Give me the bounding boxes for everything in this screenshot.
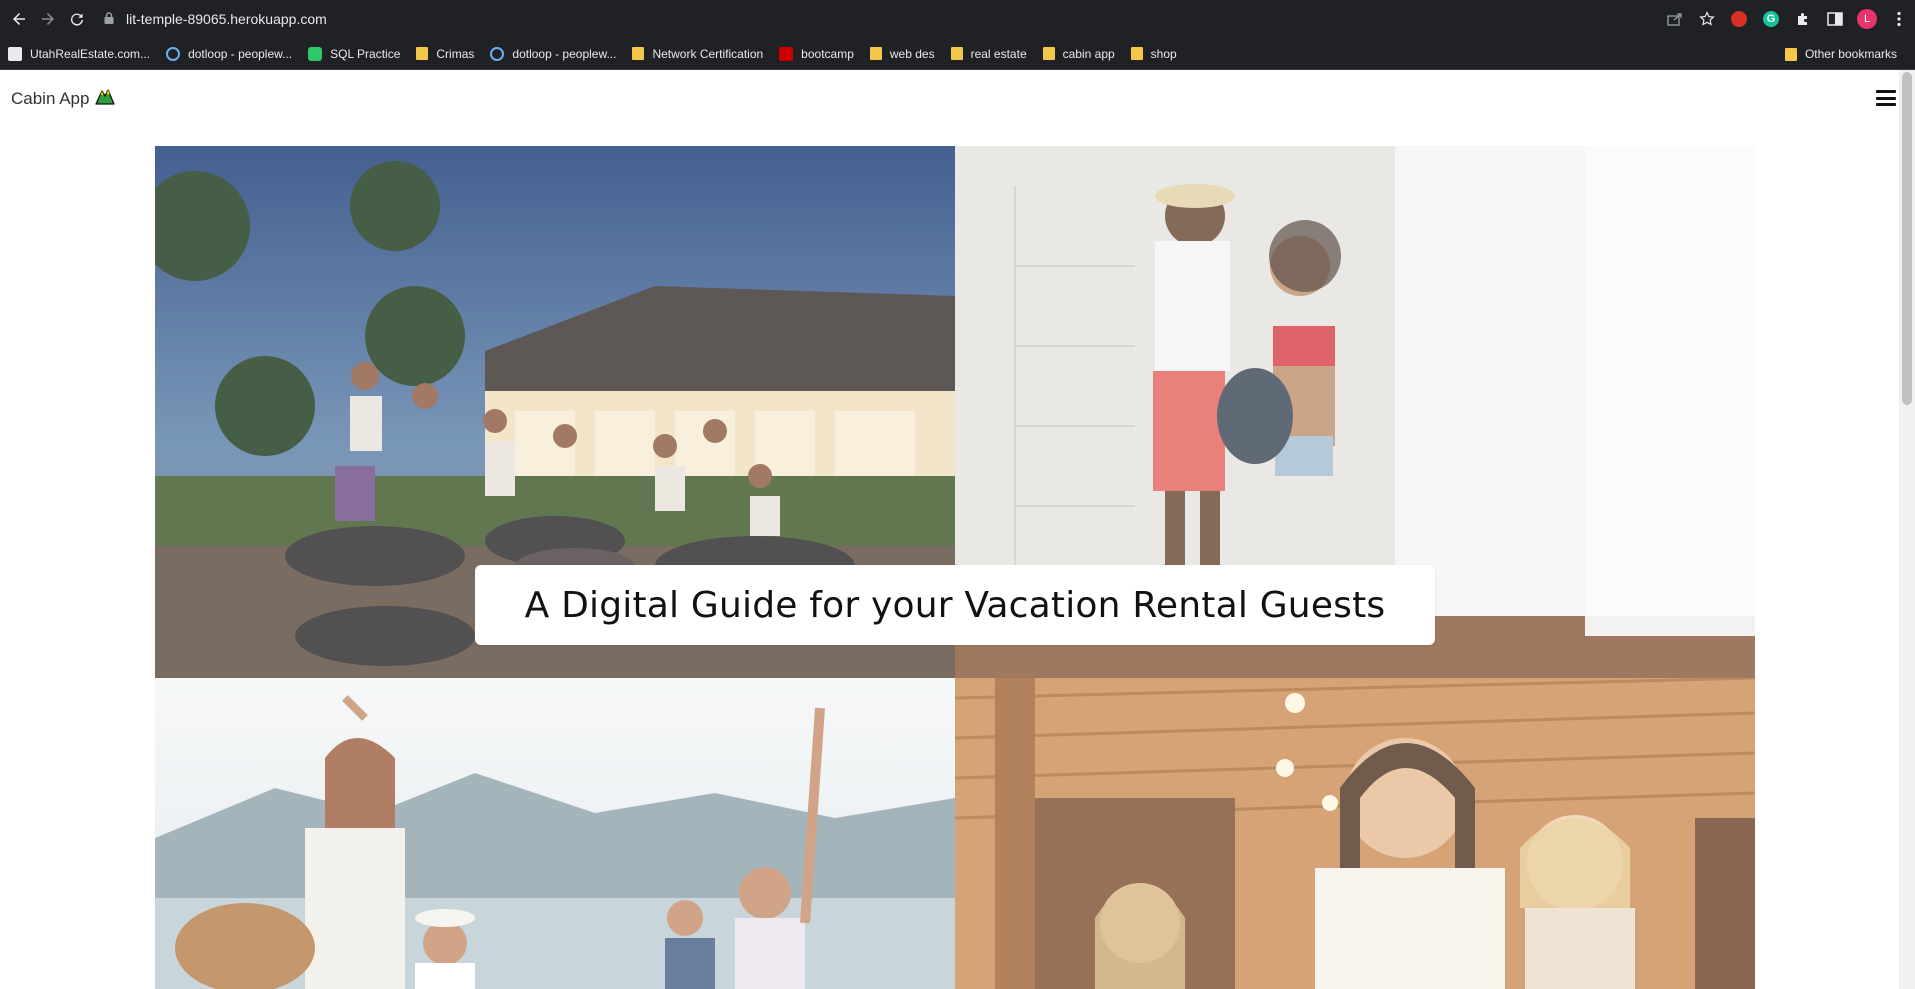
bookmark-web-des[interactable]: web des bbox=[862, 40, 943, 68]
adblock-extension-icon[interactable] bbox=[1723, 0, 1755, 38]
side-panel-icon[interactable] bbox=[1819, 0, 1851, 38]
browser-toolbar: lit-temple-89065.herokuapp.com G L bbox=[0, 0, 1915, 38]
photo-party-by-lake bbox=[155, 678, 955, 989]
kebab-menu-icon[interactable] bbox=[1883, 0, 1915, 38]
page-scrollbar[interactable] bbox=[1899, 70, 1915, 989]
extensions-puzzle-icon[interactable] bbox=[1787, 0, 1819, 38]
scrollbar-thumb[interactable] bbox=[1902, 72, 1912, 405]
page-viewport: Cabin App A Digital Guide for your Vacat… bbox=[0, 70, 1915, 989]
hero-banner: A Digital Guide for your Vacation Rental… bbox=[475, 565, 1435, 645]
bookmark-dotloop-1[interactable]: dotloop - peoplew... bbox=[158, 40, 300, 68]
address-bar[interactable]: lit-temple-89065.herokuapp.com bbox=[104, 7, 327, 31]
lock-icon bbox=[104, 11, 114, 27]
bookmark-sql-practice[interactable]: SQL Practice bbox=[300, 40, 408, 68]
bookmark-bootcamp[interactable]: bootcamp bbox=[771, 40, 862, 68]
star-bookmark-icon[interactable] bbox=[1691, 0, 1723, 38]
bookmark-real-estate[interactable]: real estate bbox=[943, 40, 1035, 68]
share-icon[interactable] bbox=[1659, 0, 1691, 38]
dotloop-icon bbox=[490, 46, 505, 61]
reload-icon[interactable] bbox=[67, 9, 87, 29]
bookmark-cabin-app[interactable]: cabin app bbox=[1035, 40, 1123, 68]
dotloop-icon bbox=[166, 46, 181, 61]
toolbar-actions: G L bbox=[1659, 0, 1915, 38]
bookmark-utahrealestate[interactable]: UtahRealEstate.com... bbox=[0, 40, 158, 68]
other-bookmarks[interactable]: Other bookmarks bbox=[1777, 40, 1905, 68]
bookmark-dotloop-2[interactable]: dotloop - peoplew... bbox=[482, 40, 624, 68]
hackerrank-icon bbox=[308, 46, 323, 61]
forward-icon[interactable] bbox=[38, 9, 58, 29]
bookmark-shop[interactable]: shop bbox=[1123, 40, 1185, 68]
bookmarks-bar: UtahRealEstate.com... dotloop - peoplew.… bbox=[0, 38, 1915, 70]
profile-avatar[interactable]: L bbox=[1851, 0, 1883, 38]
url-text: lit-temple-89065.herokuapp.com bbox=[126, 11, 327, 27]
photo-friends-laughing-cabin bbox=[955, 678, 1755, 989]
folder-icon bbox=[869, 47, 882, 60]
folder-icon bbox=[1042, 47, 1055, 60]
back-icon[interactable] bbox=[9, 9, 29, 29]
folder-icon bbox=[416, 47, 429, 60]
bookmark-crimas[interactable]: Crimas bbox=[408, 40, 482, 68]
mountain-icon bbox=[95, 87, 116, 110]
folder-icon bbox=[1784, 47, 1797, 61]
hero-headline: A Digital Guide for your Vacation Rental… bbox=[524, 584, 1386, 626]
site-icon bbox=[8, 46, 22, 61]
folder-icon bbox=[950, 47, 963, 60]
brand-title: Cabin App bbox=[11, 88, 90, 108]
folder-icon bbox=[1130, 47, 1143, 60]
app-brand[interactable]: Cabin App bbox=[11, 87, 116, 110]
grammarly-extension-icon[interactable]: G bbox=[1755, 0, 1787, 38]
utah-u-icon bbox=[779, 46, 794, 61]
hamburger-icon[interactable] bbox=[1876, 90, 1896, 106]
bookmark-network-certification[interactable]: Network Certification bbox=[624, 40, 771, 68]
folder-icon bbox=[632, 47, 645, 60]
